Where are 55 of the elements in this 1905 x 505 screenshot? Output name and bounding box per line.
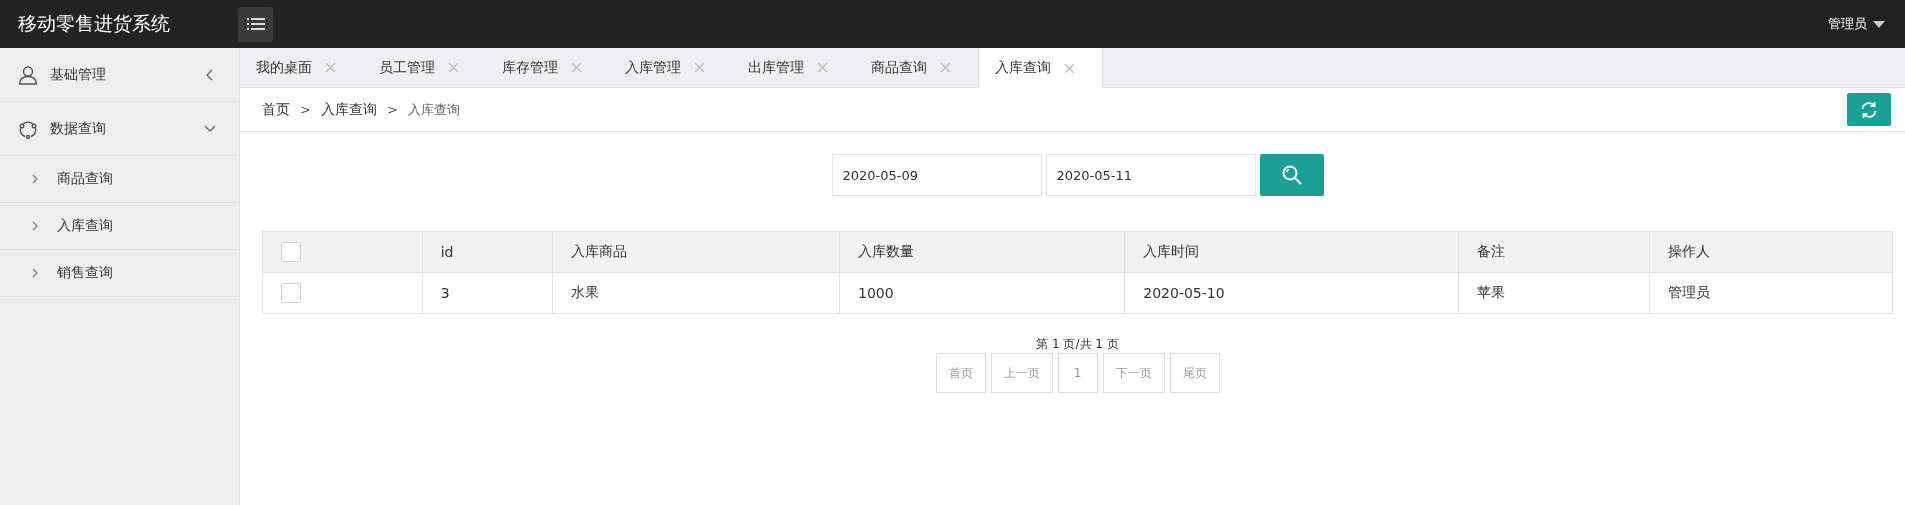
page-summary: 第 1 页/共 1 页 <box>1036 336 1119 353</box>
breadcrumb-separator: > <box>300 102 311 117</box>
sidebar-subitem[interactable]: 销售查询 <box>0 250 239 297</box>
end-date-field[interactable]: 2020-05-11 <box>1045 154 1256 196</box>
breadcrumb-link[interactable]: 入库查询 <box>407 100 460 119</box>
table-cell: 管理员 <box>1649 272 1893 314</box>
caret-icon <box>1873 20 1885 28</box>
column-header: 入库时间 <box>1124 231 1459 273</box>
close-icon[interactable] <box>571 62 582 73</box>
breadcrumb-separator: > <box>386 102 398 117</box>
table-cell: 3 <box>422 272 553 314</box>
close-icon[interactable] <box>1064 62 1075 74</box>
menu-icon <box>246 17 265 31</box>
search-icon <box>1280 164 1303 186</box>
tab[interactable]: 入库管理 <box>609 48 732 87</box>
column-header: 备注 <box>1458 231 1650 273</box>
table-cell: 水果 <box>552 272 840 314</box>
refresh-button[interactable] <box>1847 93 1891 126</box>
close-icon[interactable] <box>325 62 336 73</box>
start-date-field[interactable]: 2020-05-09 <box>831 154 1042 196</box>
column-header: 入库数量 <box>839 231 1125 273</box>
column-header: 入库商品 <box>552 231 840 273</box>
sidebar-item[interactable]: 数据查询 <box>0 102 239 156</box>
tab[interactable]: 员工管理 <box>363 48 486 87</box>
tab[interactable]: 库存管理 <box>486 48 609 87</box>
refresh-icon <box>1859 99 1879 120</box>
close-icon[interactable] <box>940 62 951 73</box>
table-cell: 1000 <box>839 272 1125 314</box>
sidebar-subitem[interactable]: 商品查询 <box>0 156 239 203</box>
row-checkbox[interactable] <box>281 283 301 303</box>
close-icon[interactable] <box>448 62 459 73</box>
breadcrumb-link[interactable]: 首页 <box>262 100 290 119</box>
tab[interactable]: 我的桌面 <box>240 48 363 87</box>
tab[interactable]: 商品查询 <box>855 48 978 87</box>
sidebar-subitem[interactable]: 入库查询 <box>0 203 239 250</box>
chevron-right-icon <box>32 221 38 231</box>
user-menu[interactable]: 管理员 <box>1822 14 1891 34</box>
table-cell: 苹果 <box>1458 272 1650 314</box>
menu-button[interactable] <box>238 6 273 42</box>
close-icon[interactable] <box>694 62 705 73</box>
chevron-right-icon <box>32 268 38 278</box>
select-all-checkbox[interactable] <box>281 242 301 262</box>
close-icon[interactable] <box>817 62 828 73</box>
breadcrumb-link[interactable]: 入库查询 <box>320 100 377 119</box>
column-header: id <box>422 231 553 273</box>
chevron-left-icon <box>205 67 215 82</box>
table-cell: 2020-05-10 <box>1124 272 1459 314</box>
tab[interactable]: 入库查询 <box>978 48 1103 88</box>
tab[interactable]: 出库管理 <box>732 48 855 87</box>
app-title: 移动零售进货系统 <box>18 11 171 36</box>
chevron-right-icon <box>32 174 38 184</box>
search-button[interactable] <box>1259 154 1324 196</box>
sidebar-item[interactable]: 基础管理 <box>0 48 239 102</box>
column-header: 操作人 <box>1649 231 1893 273</box>
user-icon <box>18 64 38 85</box>
